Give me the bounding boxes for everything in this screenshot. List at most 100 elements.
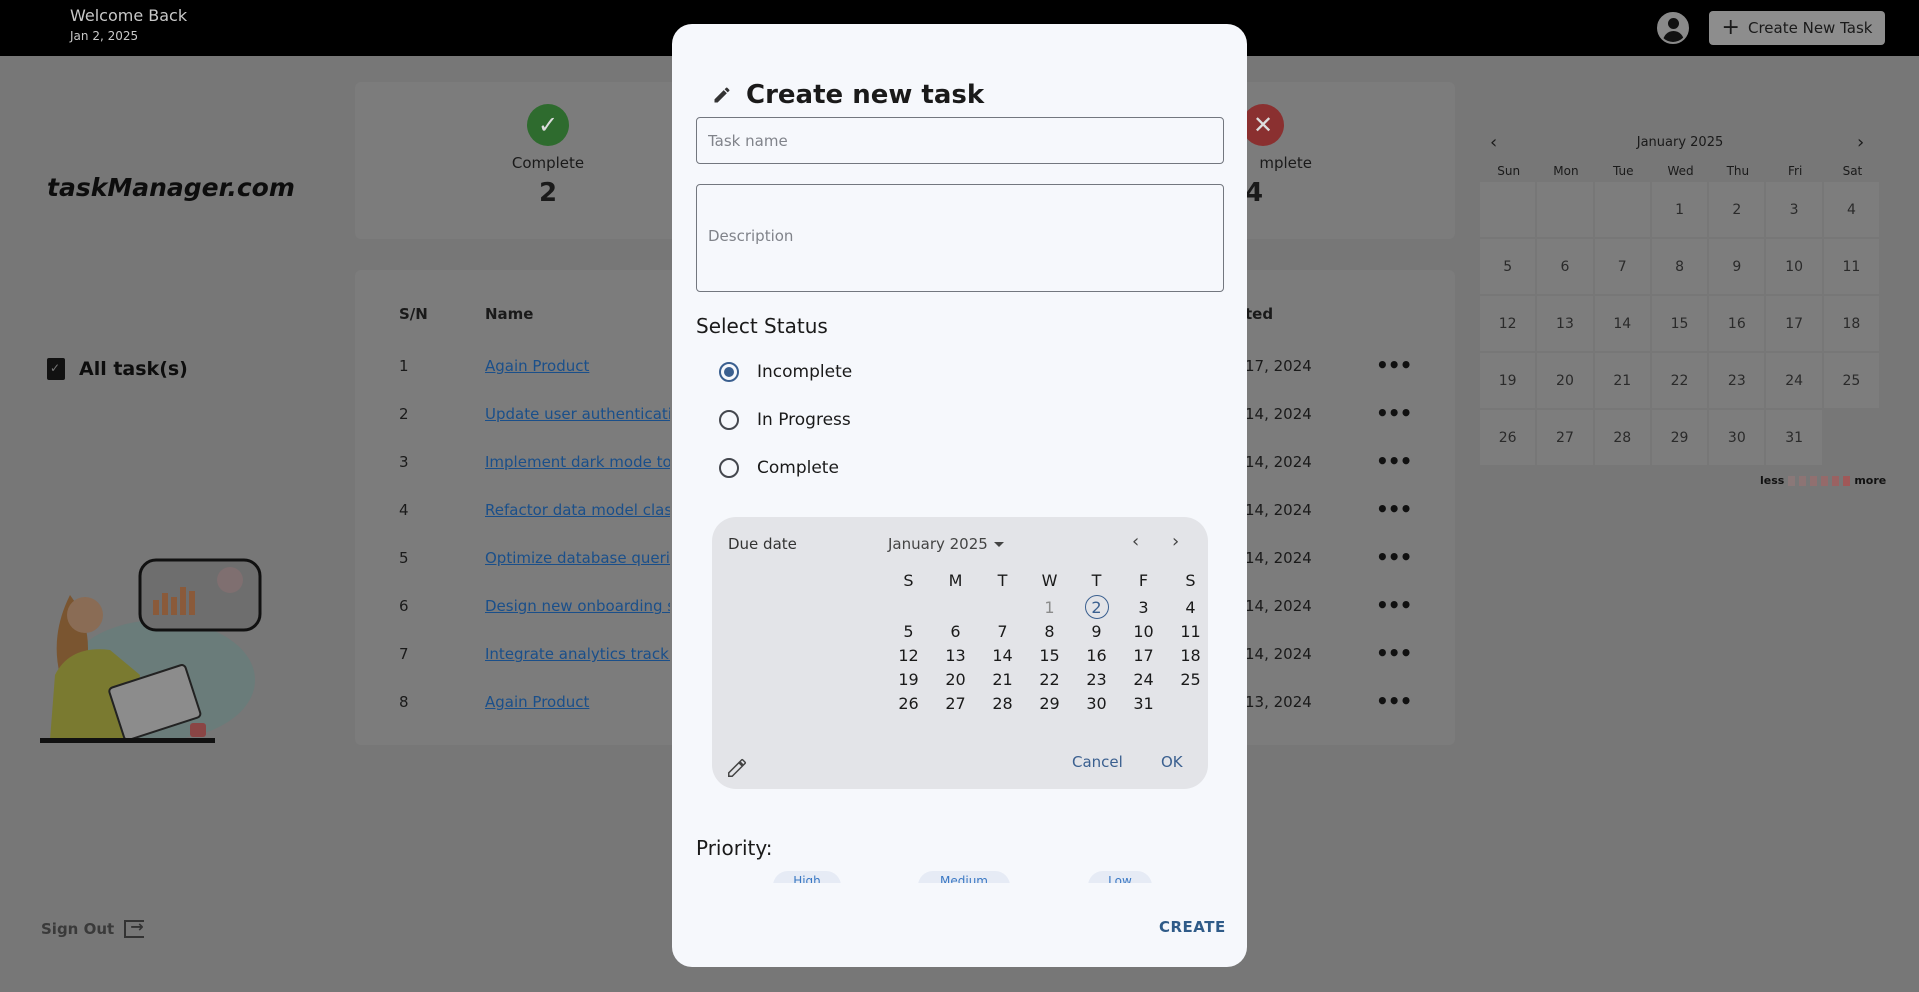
calendar-day-cell[interactable]: 7 xyxy=(1594,239,1650,294)
picker-day[interactable]: 5 xyxy=(885,619,932,643)
status-option-incomplete[interactable]: Incomplete xyxy=(719,362,852,382)
picker-day[interactable]: 6 xyxy=(932,619,979,643)
calendar-day-cell[interactable]: 20 xyxy=(1537,353,1593,408)
more-options-icon[interactable]: ••• xyxy=(1376,353,1412,377)
status-option-in-progress[interactable]: In Progress xyxy=(719,410,851,430)
calendar-day-cell[interactable]: 31 xyxy=(1766,410,1822,465)
calendar-day-cell[interactable]: 23 xyxy=(1709,353,1765,408)
picker-day[interactable]: 10 xyxy=(1120,619,1167,643)
calendar-day-cell[interactable]: 26 xyxy=(1480,410,1536,465)
more-options-icon[interactable]: ••• xyxy=(1376,497,1412,521)
radio-checked-icon[interactable] xyxy=(719,362,739,382)
more-options-icon[interactable]: ••• xyxy=(1376,593,1412,617)
picker-day[interactable]: 4 xyxy=(1167,595,1214,619)
picker-day[interactable]: 30 xyxy=(1073,691,1120,715)
description-field[interactable] xyxy=(696,184,1224,292)
picker-day[interactable]: 20 xyxy=(932,667,979,691)
calendar-day-cell[interactable]: 30 xyxy=(1709,410,1765,465)
task-name-input[interactable] xyxy=(697,118,1223,163)
calendar-day-cell[interactable]: 18 xyxy=(1823,296,1880,351)
calendar-day-cell[interactable]: 21 xyxy=(1594,353,1650,408)
picker-day[interactable]: 23 xyxy=(1073,667,1120,691)
more-options-icon[interactable]: ••• xyxy=(1376,401,1412,425)
calendar-day-cell[interactable]: 28 xyxy=(1594,410,1650,465)
picker-day[interactable]: 31 xyxy=(1120,691,1167,715)
priority-chip-low[interactable]: Low xyxy=(1088,871,1152,883)
calendar-day-cell[interactable]: 11 xyxy=(1823,239,1880,294)
calendar-day-cell[interactable]: 12 xyxy=(1480,296,1536,351)
more-options-icon[interactable]: ••• xyxy=(1376,545,1412,569)
month-year-dropdown[interactable]: January 2025 xyxy=(888,535,1004,553)
picker-day[interactable]: 8 xyxy=(1026,619,1073,643)
priority-chip-high[interactable]: High xyxy=(773,871,841,883)
account-icon[interactable] xyxy=(1657,12,1689,44)
picker-day[interactable]: 22 xyxy=(1026,667,1073,691)
calendar-day-cell[interactable]: 15 xyxy=(1651,296,1708,351)
picker-day[interactable]: 13 xyxy=(932,643,979,667)
picker-day[interactable]: 15 xyxy=(1026,643,1073,667)
task-name-link[interactable]: Again Product xyxy=(485,693,670,711)
picker-day[interactable]: 24 xyxy=(1120,667,1167,691)
picker-day[interactable]: 26 xyxy=(885,691,932,715)
pencil-edit-icon[interactable] xyxy=(726,757,748,779)
calendar-day-cell[interactable]: 10 xyxy=(1766,239,1822,294)
status-option-complete[interactable]: Complete xyxy=(719,458,839,478)
calendar-day-cell[interactable]: 4 xyxy=(1823,182,1880,237)
create-new-task-button[interactable]: + Create New Task xyxy=(1709,11,1885,45)
picker-ok-button[interactable]: OK xyxy=(1161,753,1183,771)
picker-day[interactable]: 18 xyxy=(1167,643,1214,667)
task-name-link[interactable]: Integrate analytics trackir xyxy=(485,645,670,663)
calendar-day-cell[interactable]: 25 xyxy=(1823,353,1880,408)
calendar-day-cell[interactable]: 6 xyxy=(1537,239,1593,294)
picker-day[interactable]: 27 xyxy=(932,691,979,715)
calendar-day-cell[interactable]: 19 xyxy=(1480,353,1536,408)
task-name-link[interactable]: Design new onboarding s xyxy=(485,597,670,615)
calendar-day-cell[interactable]: 9 xyxy=(1709,239,1765,294)
picker-next-month-icon[interactable]: › xyxy=(1172,531,1179,552)
calendar-day-cell[interactable]: 29 xyxy=(1651,410,1708,465)
radio-unchecked-icon[interactable] xyxy=(719,458,739,478)
picker-day[interactable]: 25 xyxy=(1167,667,1214,691)
picker-day[interactable]: 17 xyxy=(1120,643,1167,667)
radio-unchecked-icon[interactable] xyxy=(719,410,739,430)
calendar-day-cell[interactable]: 1 xyxy=(1651,182,1708,237)
more-options-icon[interactable]: ••• xyxy=(1376,449,1412,473)
description-input[interactable] xyxy=(697,185,1223,291)
task-name-link[interactable]: Optimize database querie xyxy=(485,549,670,567)
sign-out-button[interactable]: Sign Out xyxy=(41,917,145,938)
picker-day[interactable]: 14 xyxy=(979,643,1026,667)
picker-day[interactable]: 29 xyxy=(1026,691,1073,715)
picker-prev-month-icon[interactable]: ‹ xyxy=(1132,531,1139,552)
task-name-link[interactable]: Again Product xyxy=(485,357,670,375)
calendar-day-cell[interactable]: 16 xyxy=(1709,296,1765,351)
picker-day[interactable]: 9 xyxy=(1073,619,1120,643)
calendar-day-cell[interactable]: 24 xyxy=(1766,353,1822,408)
task-name-link[interactable]: Refactor data model class xyxy=(485,501,670,519)
create-task-button[interactable]: CREATE xyxy=(1159,918,1226,936)
picker-day[interactable]: 7 xyxy=(979,619,1026,643)
task-name-link[interactable]: Implement dark mode tog xyxy=(485,453,670,471)
calendar-next-month-icon[interactable]: › xyxy=(1857,132,1864,153)
picker-day[interactable]: 3 xyxy=(1120,595,1167,619)
calendar-day-cell[interactable]: 22 xyxy=(1651,353,1708,408)
calendar-day-cell[interactable]: 14 xyxy=(1594,296,1650,351)
calendar-day-cell[interactable]: 3 xyxy=(1766,182,1822,237)
picker-day[interactable]: 11 xyxy=(1167,619,1214,643)
picker-day[interactable]: 19 xyxy=(885,667,932,691)
picker-day[interactable]: 16 xyxy=(1073,643,1120,667)
more-options-icon[interactable]: ••• xyxy=(1376,641,1412,665)
task-name-link[interactable]: Update user authenticati xyxy=(485,405,670,423)
calendar-day-cell[interactable]: 13 xyxy=(1537,296,1593,351)
calendar-day-cell[interactable]: 17 xyxy=(1766,296,1822,351)
picker-day[interactable]: 12 xyxy=(885,643,932,667)
more-options-icon[interactable]: ••• xyxy=(1376,689,1412,713)
picker-cancel-button[interactable]: Cancel xyxy=(1072,753,1123,771)
calendar-day-cell[interactable]: 2 xyxy=(1709,182,1765,237)
calendar-day-cell[interactable]: 8 xyxy=(1651,239,1708,294)
picker-day[interactable]: 28 xyxy=(979,691,1026,715)
picker-day[interactable]: 21 xyxy=(979,667,1026,691)
task-name-field[interactable] xyxy=(696,117,1224,164)
priority-chip-medium[interactable]: Medium xyxy=(918,871,1010,883)
calendar-day-cell[interactable]: 5 xyxy=(1480,239,1536,294)
picker-day[interactable]: 2 xyxy=(1073,595,1120,619)
